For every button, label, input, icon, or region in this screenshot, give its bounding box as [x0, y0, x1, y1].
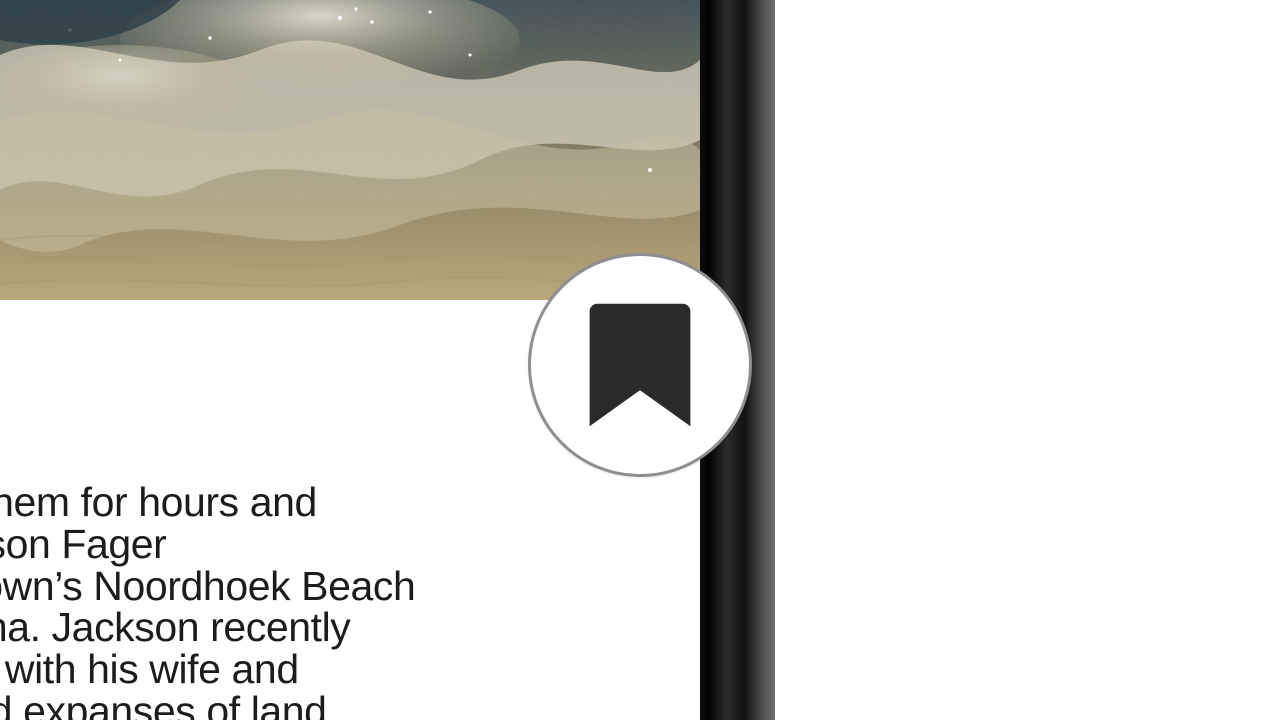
article-line: n to South Africa with his wife and: [0, 646, 299, 692]
viewport: w the stick with them for hours and own,…: [0, 0, 1280, 720]
right-background: [775, 0, 1280, 720]
article-line: own,” says Jackson Fager: [0, 521, 166, 567]
article-body-text: w the stick with them for hours and own,…: [0, 482, 690, 720]
article-line: w the stick with them for hours and: [0, 479, 317, 525]
hero-image: [0, 0, 700, 300]
article-line: ese uninterrupted expanses of land: [0, 688, 327, 720]
article-line: a day at Cape Town’s Noordhoek Beach: [0, 563, 415, 609]
bookmark-button[interactable]: [528, 253, 752, 477]
article-line: s, Tatu and Bwana. Jackson recently: [0, 604, 350, 650]
bookmark-icon: [586, 300, 694, 430]
